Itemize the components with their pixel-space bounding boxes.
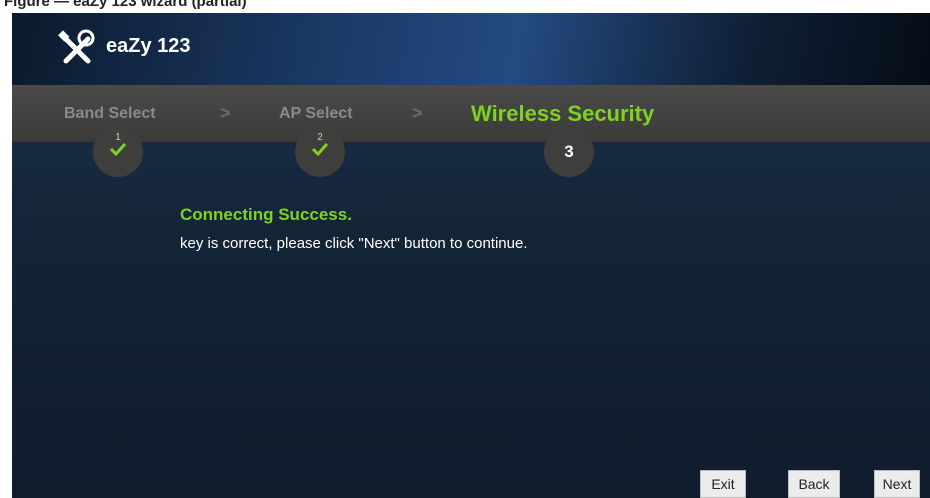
tools-icon [58, 29, 95, 64]
app-header: eaZy 123 [12, 13, 930, 85]
step-ap-select[interactable]: AP Select [279, 105, 353, 123]
exit-button[interactable]: Exit [700, 470, 746, 498]
step-wireless-security: Wireless Security [471, 101, 655, 126]
figure-caption-text: Figure — eaZy 123 wizard (partial) [4, 0, 247, 10]
checkmark-icon [109, 142, 127, 156]
app-title: eaZy 123 [106, 35, 191, 57]
checkmark-icon [311, 142, 329, 156]
wizard-window: eaZy 123 Band Select > AP Select > Wirel… [12, 13, 930, 498]
step-separator: > [412, 103, 423, 123]
step-band-select[interactable]: Band Select [64, 105, 156, 123]
step-number: 3 [564, 142, 574, 161]
step-badge-3: 3 [544, 127, 594, 177]
back-button[interactable]: Back [788, 470, 840, 498]
step-badge-1: 1 [93, 127, 143, 177]
next-button[interactable]: Next [874, 470, 920, 498]
status-title: Connecting Success. [180, 205, 352, 224]
step-badge-2: 2 [295, 127, 345, 177]
step-separator: > [220, 103, 231, 123]
figure-caption: Figure — eaZy 123 wizard (partial) [0, 0, 930, 12]
step-bar: Band Select > AP Select > Wireless Secur… [12, 85, 930, 142]
status-message: key is correct, please click "Next" butt… [180, 235, 528, 252]
